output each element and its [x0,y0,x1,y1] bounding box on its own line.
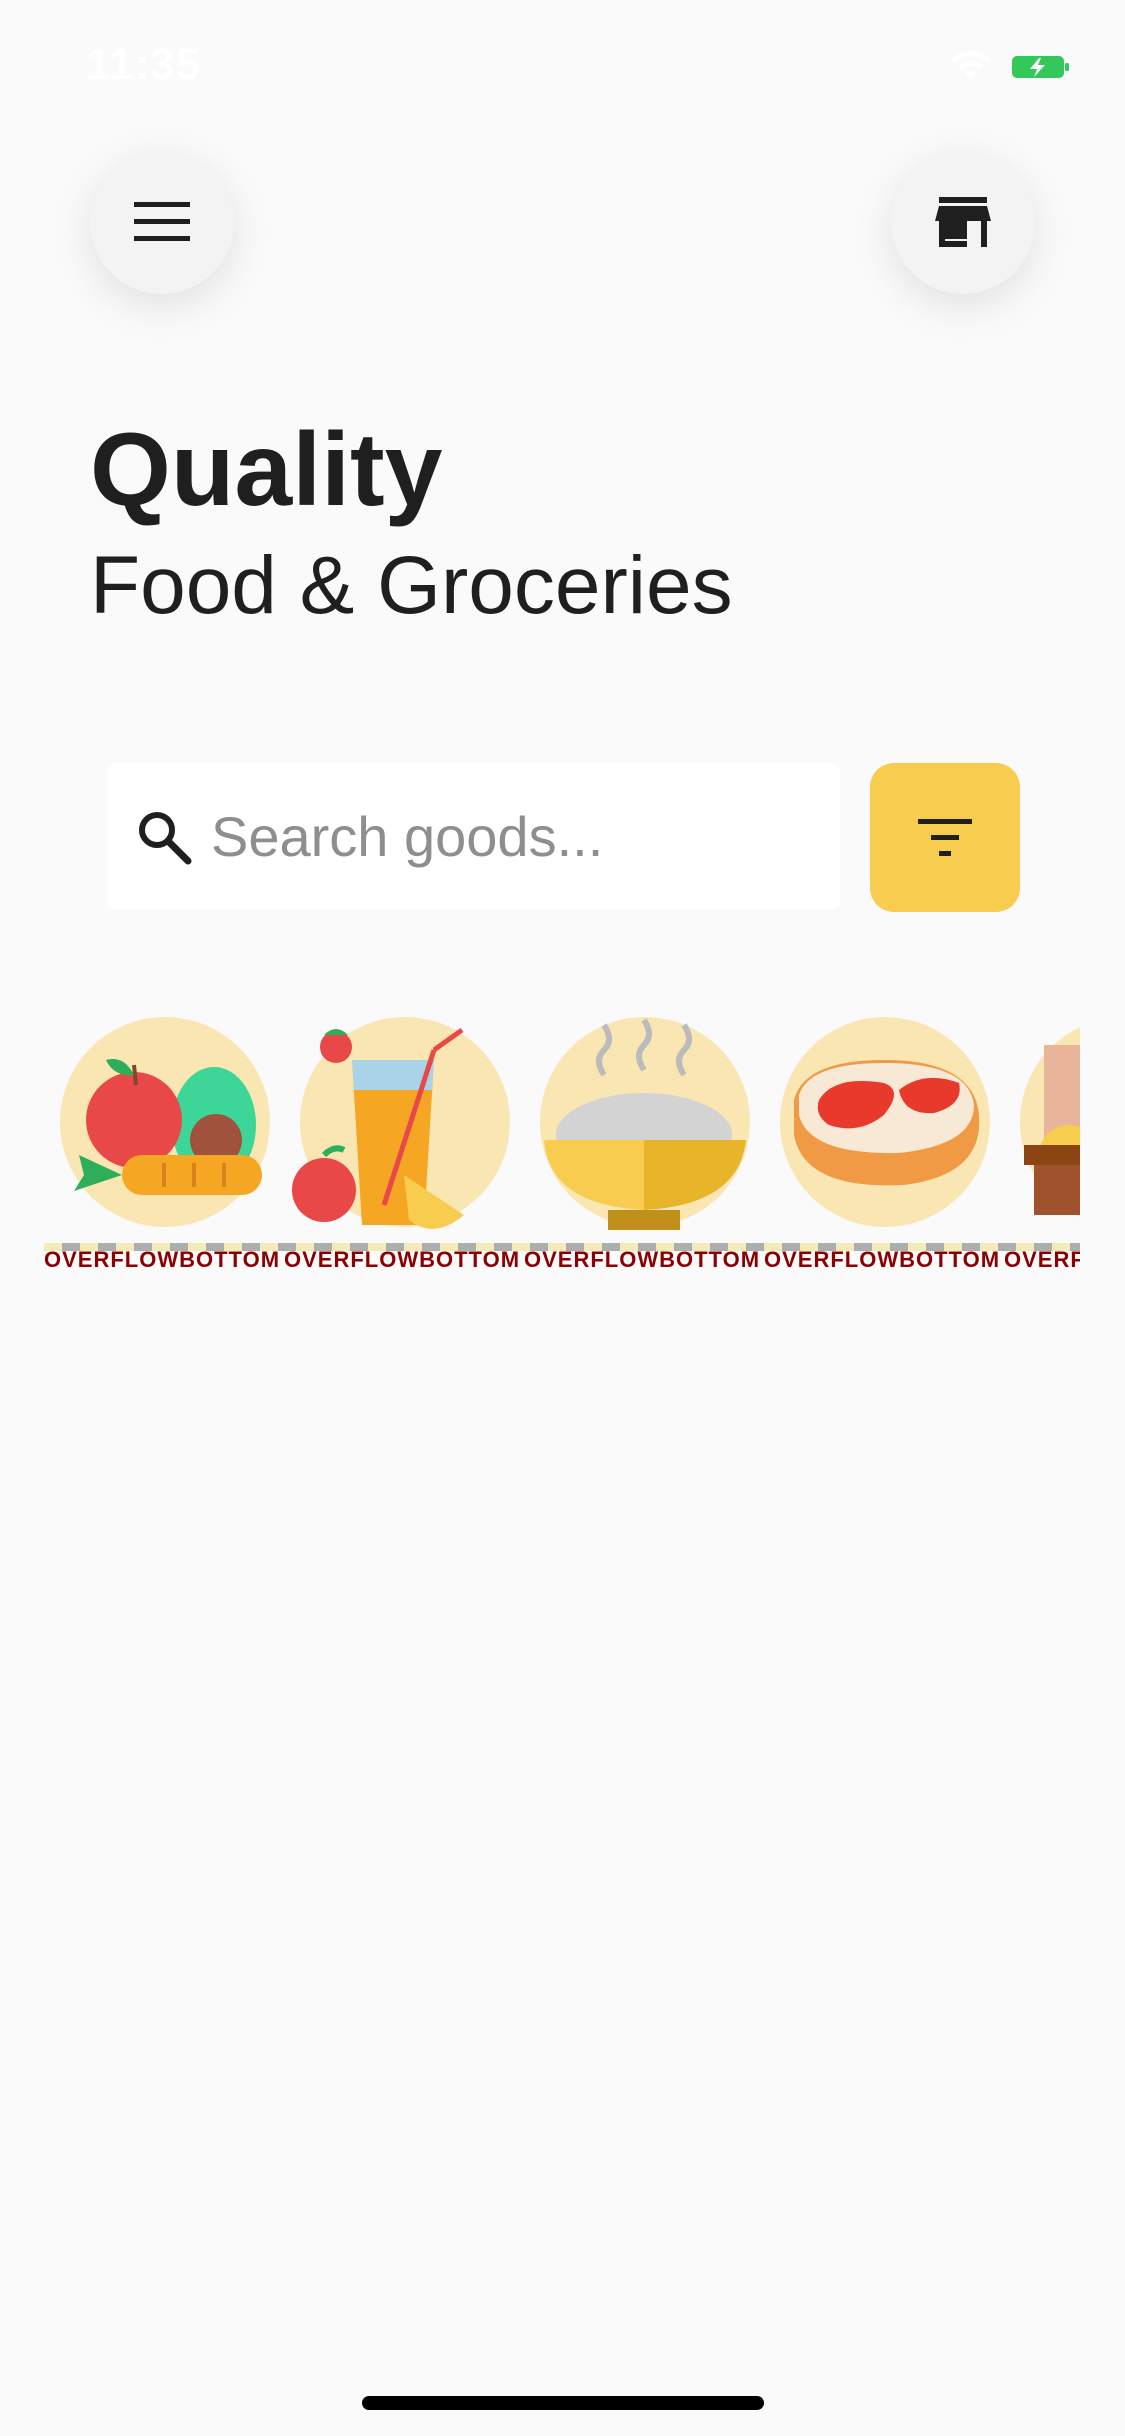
store-icon [935,197,991,247]
bakery-icon [1024,1045,1080,1215]
meat-steak-icon [794,1060,980,1186]
category-item-bakery[interactable]: OVERF [1004,1005,1080,1285]
filter-button[interactable] [870,763,1020,912]
search-icon [139,812,192,865]
rice-bowl-icon [544,1018,746,1230]
overflow-label: OVERFLOWBOTTOM [284,1247,521,1272]
fruits-vegetables-icon [74,1059,262,1195]
page-subtitle: Food & Groceries [90,540,733,631]
wifi-icon [951,51,991,80]
status-time: 11:35 [86,40,202,89]
hamburger-menu-icon [134,202,190,241]
overflow-label: OVERF [1004,1247,1080,1272]
search-input[interactable] [211,798,811,874]
category-item-rice[interactable]: OVERFLOWBOTTOM [524,1005,759,1285]
category-list[interactable]: OVERFLOWBOTTOM OVERFLOWBOTTOM OVERFLOWBO… [44,1005,1080,1285]
page-title: Quality [90,412,443,528]
category-item-fruits-vegetables[interactable]: OVERFLOWBOTTOM [44,1005,279,1285]
menu-button[interactable] [90,150,234,294]
category-item-drinks[interactable]: OVERFLOWBOTTOM [284,1005,519,1285]
search-box[interactable] [106,763,840,910]
overflow-label: OVERFLOWBOTTOM [44,1247,281,1272]
home-indicator[interactable] [362,2396,764,2410]
overflow-label: OVERFLOWBOTTOM [524,1247,761,1272]
filter-icon [918,818,972,856]
juice-drinks-icon [292,1027,464,1229]
status-bar: 11:35 [0,0,1125,132]
overflow-label: OVERFLOWBOTTOM [764,1247,1001,1272]
store-button[interactable] [891,150,1035,294]
battery-charging-icon [1012,56,1069,78]
category-item-meat[interactable]: OVERFLOWBOTTOM [764,1005,999,1285]
